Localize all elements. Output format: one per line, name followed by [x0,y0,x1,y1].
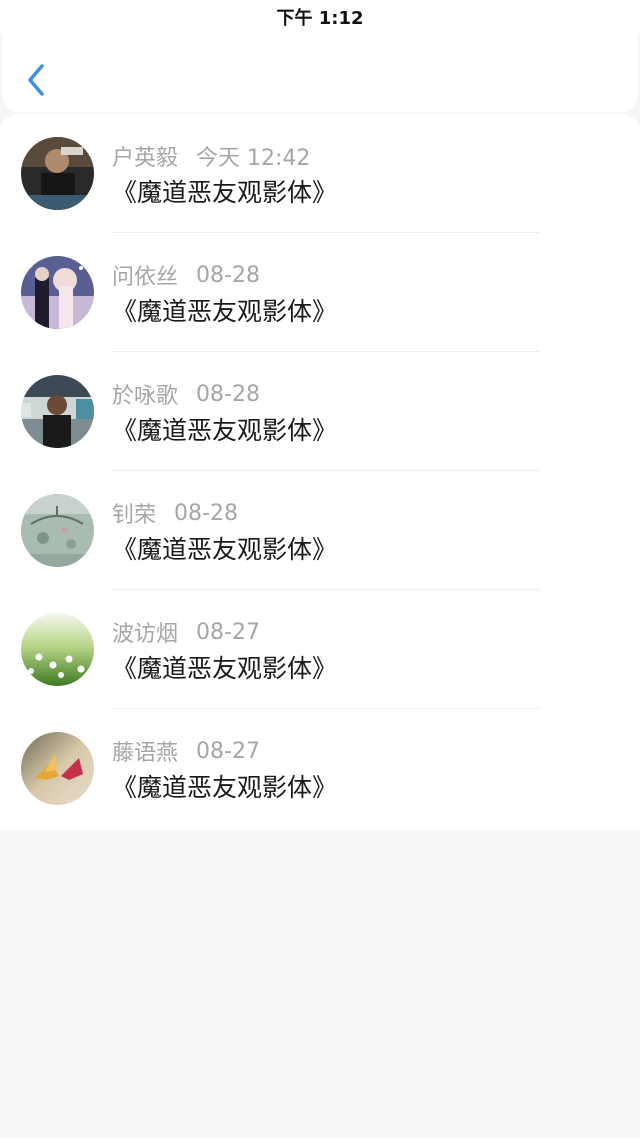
message-list: 户英毅 今天 12:42 《魔道恶友观影体》 问依丝 08-28 《魔道恶友观影… [0,114,640,830]
list-item[interactable]: 钊荣 08-28 《魔道恶友观影体》 [0,471,640,590]
avatar[interactable] [21,256,94,329]
item-title: 《魔道恶友观影体》 [112,416,338,445]
item-time: 08-27 [196,619,260,645]
chevron-left-icon [28,64,44,96]
item-meta: 於咏歌 08-28 [112,380,260,410]
list-item[interactable]: 问依丝 08-28 《魔道恶友观影体》 [0,233,640,352]
item-time: 今天 12:42 [196,146,311,171]
status-bar: 下午 1:12 [0,0,640,34]
item-name: 户英毅 [112,146,179,171]
status-time: 下午 1:12 [276,8,364,29]
avatar[interactable] [21,613,94,686]
item-title: 《魔道恶友观影体》 [112,178,338,207]
item-time: 08-28 [196,381,260,407]
nav-bar [2,30,638,112]
item-title: 《魔道恶友观影体》 [112,535,338,564]
back-button[interactable] [20,60,56,100]
list-item[interactable]: 户英毅 今天 12:42 《魔道恶友观影体》 [0,114,640,233]
item-meta: 波访烟 08-27 [112,618,260,648]
avatar[interactable] [21,732,94,805]
avatar[interactable] [21,494,94,567]
item-meta: 问依丝 08-28 [112,261,260,291]
item-time: 08-28 [174,500,238,526]
item-title: 《魔道恶友观影体》 [112,297,338,326]
avatar[interactable] [21,137,94,210]
item-name: 於咏歌 [112,384,179,409]
item-time: 08-28 [196,262,260,288]
item-name: 钊荣 [112,503,157,528]
item-name: 问依丝 [112,265,179,290]
list-item[interactable]: 波访烟 08-27 《魔道恶友观影体》 [0,590,640,709]
item-title: 《魔道恶友观影体》 [112,654,338,683]
item-meta: 钊荣 08-28 [112,499,238,529]
item-meta: 藤语燕 08-27 [112,737,260,767]
item-time: 08-27 [196,738,260,764]
list-item[interactable]: 於咏歌 08-28 《魔道恶友观影体》 [0,352,640,471]
list-item[interactable]: 藤语燕 08-27 《魔道恶友观影体》 [0,709,640,828]
item-title: 《魔道恶友观影体》 [112,773,338,802]
item-name: 波访烟 [112,622,179,647]
item-meta: 户英毅 今天 12:42 [112,142,311,171]
item-name: 藤语燕 [112,741,179,766]
avatar[interactable] [21,375,94,448]
